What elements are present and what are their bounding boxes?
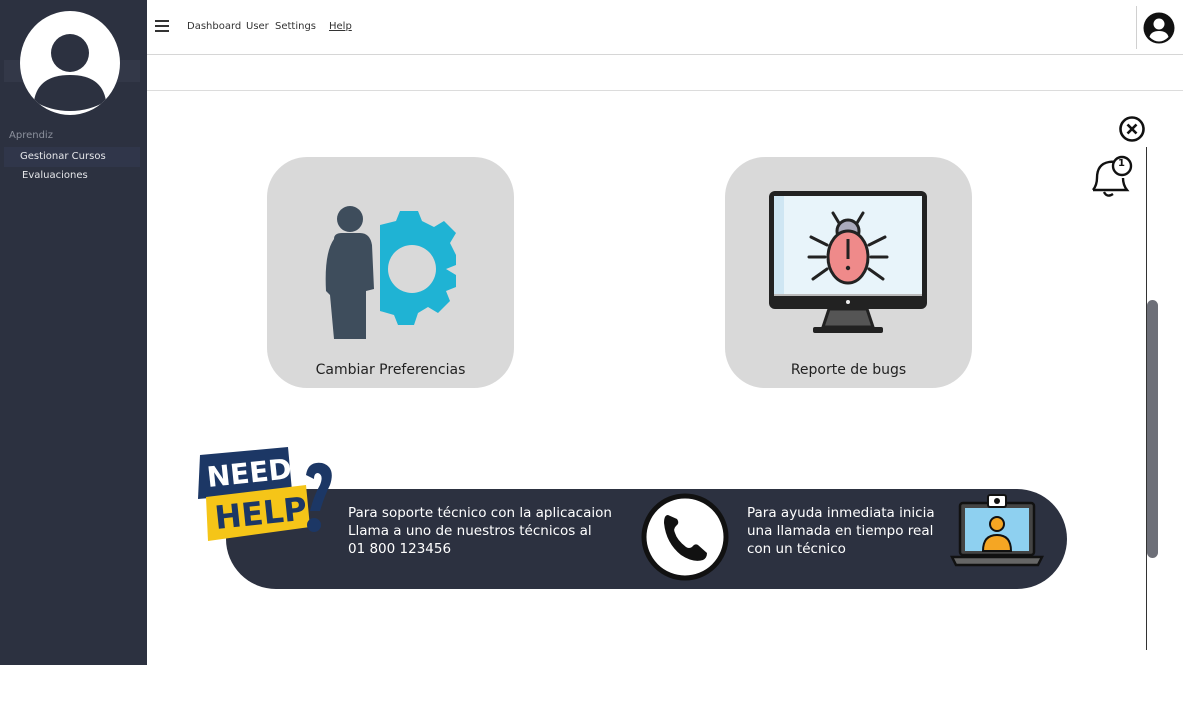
card-cambiar-preferencias[interactable]: Cambiar Preferencias [267,157,514,388]
close-icon[interactable] [1118,115,1146,143]
nav-dashboard[interactable]: Dashboard [187,21,241,32]
sidebar-section-label: Aprendiz [9,130,53,141]
person-gear-icon [325,206,456,339]
need-help-badge: NEED HELP [198,447,332,541]
nav-settings[interactable]: Settings [275,21,316,32]
laptop-video-call-icon [950,494,1044,567]
nav-user[interactable]: User [246,21,269,32]
profile-avatar[interactable] [20,11,120,115]
call-line: con un técnico [747,541,846,557]
call-text: Para ayuda inmediata inicia una llamada … [747,504,935,558]
call-line: Para ayuda inmediata inicia [747,505,935,521]
support-phone-number[interactable]: 01 800 123456 [348,540,612,558]
sidebar-item-gestionar-cursos[interactable]: Gestionar Cursos [4,147,140,167]
support-line: Llama a uno de nuestros técnicos al [348,523,592,539]
sub-toolbar [147,55,1183,91]
scrollbar-thumb[interactable] [1147,300,1158,558]
notification-count: 1 [1118,158,1125,169]
sidebar: Aprendiz Gestionar Cursos Evaluaciones [0,0,147,665]
bell-icon [1092,155,1133,197]
nav-help[interactable]: Help [329,21,352,32]
phone-icon[interactable] [641,493,729,581]
card-label: Cambiar Preferencias [315,362,466,378]
top-navbar: Dashboard User Settings Help [147,0,1183,55]
call-line: una llamada en tiempo real [747,523,934,539]
navbar-divider [1136,6,1137,49]
hamburger-menu-icon[interactable] [155,20,169,32]
support-text: Para soporte técnico con la aplicacaion … [348,504,612,558]
user-silhouette-icon [34,34,106,111]
sidebar-item-evaluaciones[interactable]: Evaluaciones [22,166,88,186]
card-label: Reporte de bugs [790,362,907,378]
support-line: Para soporte técnico con la aplicacaion [348,505,612,521]
notifications-bell[interactable]: 1 [1087,154,1133,200]
monitor-bug-icon [769,191,927,333]
account-avatar-icon[interactable] [1143,12,1175,44]
card-reporte-de-bugs[interactable]: Reporte de bugs [725,157,972,388]
